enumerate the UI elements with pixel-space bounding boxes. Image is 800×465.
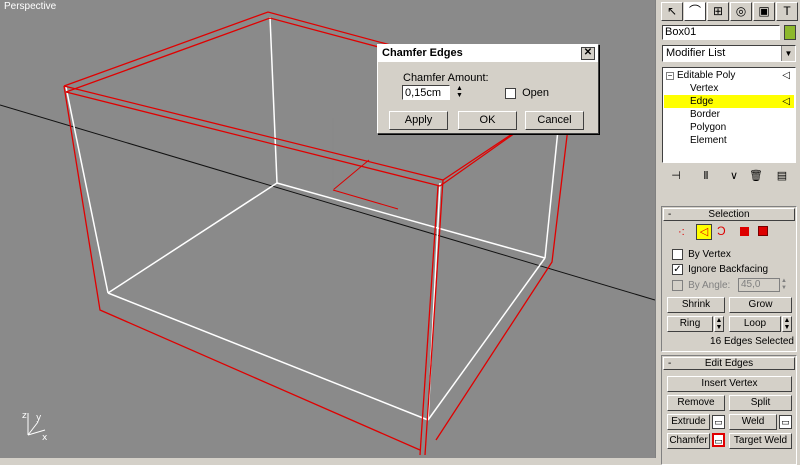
weld-settings-icon[interactable]: ▭ — [779, 415, 792, 429]
close-icon[interactable]: ✕ — [581, 47, 595, 60]
svg-text:x: x — [42, 433, 48, 443]
open-checkbox[interactable]: Open — [505, 87, 549, 99]
edge-mode-icon[interactable]: ◁ — [696, 224, 712, 240]
selection-rollout-header[interactable]: - Selection — [663, 208, 795, 221]
edge-subobject-icon: ◁ — [782, 70, 790, 81]
chamfer-button[interactable]: Chamfer — [667, 433, 710, 449]
border-mode-icon[interactable]: Ɔ — [717, 224, 726, 238]
ignore-backfacing-check-icon[interactable]: ✓ — [672, 263, 683, 275]
polygon-mode-icon[interactable] — [740, 227, 749, 236]
chamfer-amount-input[interactable] — [402, 85, 450, 100]
ring-button[interactable]: Ring — [667, 316, 713, 332]
chamfer-amount-label: Chamfer Amount: — [403, 72, 489, 84]
object-name-field[interactable]: Box01 — [662, 25, 780, 40]
remove-button[interactable]: Remove — [667, 395, 725, 411]
loop-spinner-icon[interactable]: ▲ ▼ — [782, 316, 792, 332]
by-angle-check-icon[interactable] — [672, 279, 683, 291]
dialog-title-bar[interactable]: Chamfer Edges ✕ — [378, 45, 598, 62]
stack-toolbar: ⊣ Ⅱ ∨ 🗑 ▤ — [662, 168, 796, 186]
stack-item-border[interactable]: Border — [664, 108, 794, 121]
modifier-list-dropdown[interactable]: Modifier List ▼ — [662, 45, 796, 62]
edge-icon: ◁ — [782, 96, 790, 107]
target-weld-button[interactable]: Target Weld — [729, 433, 792, 449]
collapse-icon[interactable]: − — [666, 72, 674, 80]
make-unique-icon[interactable]: ∨ — [726, 168, 742, 184]
stack-item-polygon[interactable]: Polygon — [664, 121, 794, 134]
stack-item-editable-poly[interactable]: − Editable Poly ◁ — [664, 69, 794, 82]
cancel-button[interactable]: Cancel — [525, 111, 584, 130]
stack-item-edge[interactable]: Edge ◁ — [664, 95, 794, 108]
insert-vertex-button[interactable]: Insert Vertex — [667, 376, 792, 392]
apply-button[interactable]: Apply — [389, 111, 448, 130]
horizon-line — [0, 104, 655, 301]
grow-button[interactable]: Grow — [729, 297, 792, 313]
axis-tripod-icon: z x y — [22, 411, 48, 443]
chamfer-amount-spinner: ▲▼ — [402, 85, 464, 101]
modify-tab-icon[interactable]: ⌒ — [684, 2, 706, 21]
motion-tab-icon[interactable]: ◎ — [730, 2, 752, 21]
open-checkbox-box[interactable] — [505, 87, 516, 99]
selection-rollout: - Selection ·: ◁ Ɔ By Vertex ✓ Ignore Bac… — [661, 206, 797, 352]
stack-root-label: Editable Poly — [677, 70, 736, 81]
spinner-arrows-icon[interactable]: ▲ ▼ — [455, 85, 464, 100]
modifier-stack: − Editable Poly ◁ Vertex Edge ◁ Border Pol… — [662, 67, 796, 163]
display-tab-icon[interactable]: ▣ — [753, 2, 775, 21]
utilities-tab-icon[interactable]: T — [776, 2, 798, 21]
shrink-button[interactable]: Shrink — [667, 297, 725, 313]
ok-button[interactable]: OK — [458, 111, 517, 130]
chamfer-edges-dialog: Chamfer Edges ✕ Chamfer Amount: ▲▼ Open … — [377, 44, 599, 134]
pin-stack-icon[interactable]: ⊣ — [668, 168, 684, 184]
split-button[interactable]: Split — [729, 395, 792, 411]
chevron-down-icon[interactable]: ▼ — [781, 46, 795, 61]
selection-status: 16 Edges Selected — [710, 336, 794, 347]
ring-spinner-icon[interactable]: ▲ ▼ — [714, 316, 724, 332]
svg-text:y: y — [36, 413, 42, 423]
configure-sets-icon[interactable]: ▤ — [774, 168, 790, 184]
chamfer-settings-icon[interactable]: ▭ — [712, 433, 725, 447]
angle-spinner-icon[interactable]: ▲ ▼ — [781, 278, 789, 292]
by-vertex-checkbox[interactable]: By Vertex — [672, 248, 731, 260]
loop-button[interactable]: Loop — [729, 316, 781, 332]
hierarchy-tab-icon[interactable]: ⊞ — [707, 2, 729, 21]
object-color-swatch[interactable] — [784, 25, 796, 40]
ignore-backfacing-label: Ignore Backfacing — [688, 264, 769, 275]
by-angle-field[interactable]: 45,0 — [738, 278, 780, 292]
stack-item-element[interactable]: Element — [664, 134, 794, 147]
extrude-button[interactable]: Extrude — [667, 414, 710, 430]
by-angle-checkbox[interactable]: By Angle: — [672, 279, 730, 291]
modifier-list-label: Modifier List — [666, 47, 726, 59]
create-tab-icon[interactable]: ↖ — [661, 2, 683, 21]
command-panel: ↖ ⌒ ⊞ ◎ ▣ T Box01 Modifier List ▼ − Edita… — [655, 0, 800, 465]
ignore-backfacing-checkbox[interactable]: ✓ Ignore Backfacing — [672, 263, 768, 275]
edit-edges-rollout-header[interactable]: - Edit Edges — [663, 357, 795, 370]
edit-edges-title: Edit Edges — [704, 358, 754, 369]
element-mode-icon[interactable] — [758, 226, 768, 236]
selection-title: Selection — [708, 209, 750, 220]
svg-text:z: z — [22, 411, 27, 421]
vertex-mode-icon[interactable]: ·: — [678, 226, 685, 238]
remove-modifier-icon[interactable]: 🗑 — [748, 168, 764, 184]
by-angle-label: By Angle: — [688, 280, 731, 291]
extrude-settings-icon[interactable]: ▭ — [712, 415, 725, 429]
weld-button[interactable]: Weld — [729, 414, 777, 430]
open-checkbox-label: Open — [522, 87, 549, 99]
dialog-title: Chamfer Edges — [382, 47, 463, 59]
by-vertex-label: By Vertex — [688, 249, 731, 260]
stack-item-vertex[interactable]: Vertex — [664, 82, 794, 95]
show-end-result-icon[interactable]: Ⅱ — [698, 168, 714, 184]
edit-edges-rollout: - Edit Edges Insert Vertex Remove Split E… — [661, 355, 797, 465]
stack-item-edge-label: Edge — [690, 96, 714, 107]
by-vertex-check-icon[interactable] — [672, 248, 683, 260]
